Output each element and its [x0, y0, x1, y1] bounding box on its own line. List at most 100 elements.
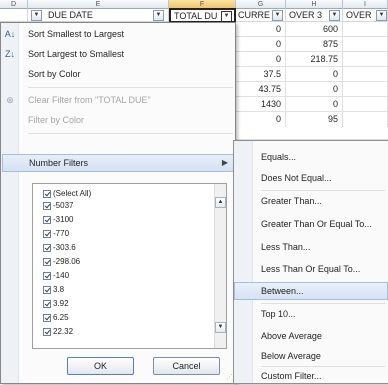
menu-item-greater-or-equal[interactable]: Greater Than Or Equal To...	[234, 215, 388, 233]
header-cell-over-30[interactable]: OVER 3 ▼	[286, 9, 343, 22]
col-letter-e[interactable]: E	[28, 0, 169, 9]
cell-over30[interactable]: 218.75	[286, 52, 343, 67]
filter-by-color-item[interactable]: Filter by Color	[1, 111, 235, 129]
cell-current[interactable]: 1430	[236, 97, 286, 112]
sort-ascending-icon: A↓	[4, 29, 16, 39]
menu-item-less-than[interactable]: Less Than...	[234, 238, 388, 256]
header-cell-due-date[interactable]: ▼ DUE DATE ▼	[28, 9, 169, 22]
list-item[interactable]: -140	[43, 270, 69, 281]
col-letter-i[interactable]: I	[343, 0, 388, 9]
cell-over30[interactable]: 0	[286, 97, 343, 112]
list-item[interactable]: 6.25	[43, 312, 69, 323]
cell-over30[interactable]: 875	[286, 37, 343, 52]
cell-over30[interactable]: 95	[286, 112, 343, 127]
scroll-down-icon[interactable]: ▼	[215, 322, 226, 333]
dropdown-arrow-icon[interactable]: ▼	[376, 10, 387, 21]
header-due-date-label: DUE DATE	[48, 10, 93, 20]
list-item[interactable]: 3.8	[43, 284, 64, 295]
list-item[interactable]: 3.92	[43, 298, 69, 309]
menu-item-custom-filter[interactable]: Custom Filter...	[234, 367, 388, 385]
checkbox[interactable]	[43, 271, 51, 280]
dropdown-arrow-icon[interactable]: ▼	[31, 10, 42, 21]
cell-over[interactable]	[343, 67, 388, 82]
table-row: 0 875	[233, 37, 388, 52]
menu-separator	[28, 133, 233, 134]
menu-item-below-average[interactable]: Below Average	[234, 347, 388, 365]
cell-current[interactable]: 37.5	[236, 67, 286, 82]
col-letter-h[interactable]: H	[286, 0, 343, 9]
menu-item-equals[interactable]: Equals...	[234, 148, 388, 166]
sort-smallest-item[interactable]: A↓ Sort Smallest to Largest	[1, 25, 235, 43]
header-cell-total-due[interactable]: TOTAL DU ▼	[169, 8, 236, 23]
list-item[interactable]: 22.32	[43, 326, 73, 337]
header-over-label: OVER	[346, 10, 372, 20]
checkbox[interactable]	[43, 229, 51, 238]
list-item[interactable]: -298.06	[43, 256, 80, 267]
list-item-label: 3.8	[53, 285, 65, 294]
list-item-label: -298.06	[53, 257, 81, 266]
cell-over[interactable]	[343, 22, 388, 37]
cell-over30[interactable]: 600	[286, 22, 343, 37]
list-item-label: -5037	[53, 201, 74, 210]
checkbox[interactable]	[43, 327, 51, 336]
menu-item-does-not-equal[interactable]: Does Not Equal...	[234, 169, 388, 187]
list-item[interactable]: -303.6	[43, 242, 76, 253]
resize-grip-icon[interactable]: ⋰	[226, 373, 233, 381]
sort-smallest-label: Sort Smallest to Largest	[28, 29, 125, 39]
dropdown-arrow-icon[interactable]: ▼	[329, 10, 340, 21]
list-item[interactable]: -770	[43, 228, 69, 239]
menu-separator	[261, 303, 385, 304]
table-row: 43.75 0	[233, 82, 388, 97]
number-filters-item[interactable]: Number Filters ▶	[2, 154, 235, 172]
cell-over30[interactable]: 0	[286, 67, 343, 82]
dropdown-arrow-icon[interactable]: ▼	[272, 10, 283, 21]
cell-over[interactable]	[343, 37, 388, 52]
col-letter-d[interactable]: D	[0, 0, 28, 9]
cell-over[interactable]	[343, 97, 388, 112]
menu-item-top-10[interactable]: Top 10...	[234, 305, 388, 323]
cell-over[interactable]	[343, 82, 388, 97]
cell-current[interactable]: 0	[236, 52, 286, 67]
checkbox[interactable]	[43, 285, 51, 294]
cell-current[interactable]: 0	[236, 22, 286, 37]
checkbox[interactable]	[43, 215, 51, 224]
cell-over[interactable]	[343, 112, 388, 127]
checkbox[interactable]	[43, 299, 51, 308]
ok-button[interactable]: OK	[67, 357, 134, 375]
menu-item-less-or-equal[interactable]: Less Than Or Equal To...	[234, 260, 388, 278]
menu-item-between[interactable]: Between...	[234, 282, 388, 300]
checkbox[interactable]	[43, 201, 51, 210]
header-current-label: CURRE	[238, 10, 271, 20]
checkbox[interactable]	[43, 313, 51, 322]
scroll-up-icon[interactable]: ▲	[215, 197, 226, 208]
cell-current[interactable]: 0	[236, 37, 286, 52]
checkbox[interactable]	[43, 189, 51, 198]
header-cell-d[interactable]	[0, 9, 28, 22]
dropdown-arrow-icon[interactable]: ▼	[221, 11, 232, 21]
cell-over[interactable]	[343, 52, 388, 67]
filter-values-list[interactable]: (Select All) -5037 -3100 -770 -303.6 -29…	[32, 183, 227, 349]
menu-item-above-average[interactable]: Above Average	[234, 327, 388, 345]
dropdown-arrow-icon[interactable]: ▼	[153, 10, 164, 21]
sort-largest-item[interactable]: Z↓ Sort Largest to Smallest	[1, 45, 235, 63]
checkbox[interactable]	[43, 257, 51, 266]
list-item[interactable]: -5037	[43, 200, 73, 211]
cell-over30[interactable]: 0	[286, 82, 343, 97]
sort-by-color-item[interactable]: Sort by Color	[1, 65, 235, 83]
menu-item-greater-than[interactable]: Greater Than...	[234, 192, 388, 210]
checkbox[interactable]	[43, 243, 51, 252]
cell-current[interactable]: 43.75	[236, 82, 286, 97]
header-cell-over[interactable]: OVER ▼	[343, 9, 388, 22]
cell-current[interactable]: 0	[236, 112, 286, 127]
sort-by-color-label: Sort by Color	[28, 69, 81, 79]
cancel-button[interactable]: Cancel	[153, 357, 220, 375]
list-item[interactable]: -3100	[43, 214, 73, 225]
col-letter-g[interactable]: G	[236, 0, 286, 9]
table-row: 0 95	[233, 112, 388, 140]
list-scrollbar[interactable]: ▲ ▼	[214, 184, 226, 348]
menu-separator	[261, 190, 385, 191]
list-item-label: (Select All)	[53, 189, 92, 198]
header-cell-current[interactable]: CURRE ▼	[236, 9, 286, 22]
list-item-select-all[interactable]: (Select All)	[43, 188, 91, 199]
clear-filter-item[interactable]: ⊗ Clear Filter from "TOTAL DUE"	[1, 91, 235, 109]
